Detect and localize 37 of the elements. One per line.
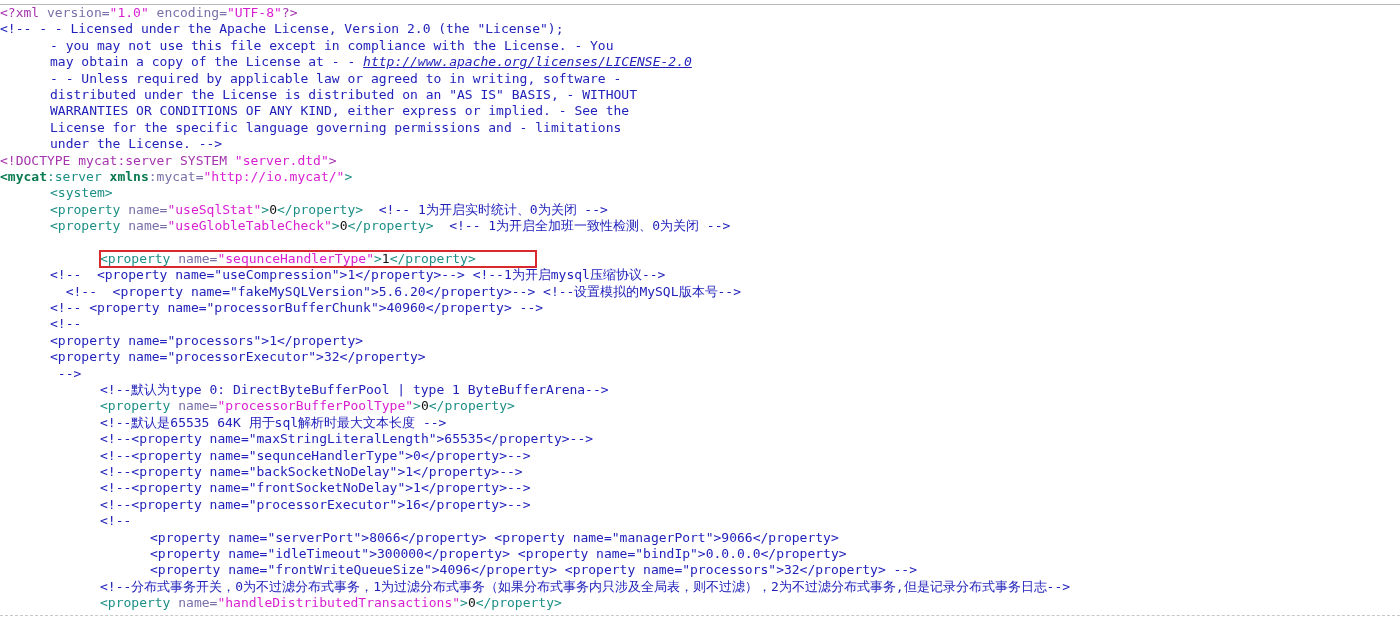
code-line: <!-- [100, 513, 132, 530]
code-line: License for the specific language governing permissions and - limitations [50, 119, 622, 137]
code-line: <!--默认为type 0: DirectByteBufferPool | type 1 ByteBufferArena--> [100, 382, 609, 399]
link[interactable]: http://www.apache.org/licenses/LICENSE-2.0 [363, 54, 692, 70]
code-line: <system> [50, 185, 113, 202]
code-line: <!--<property name="maxStringLiteralLength">65535</property>--> [100, 431, 594, 448]
code-line: <!-- <property name="useCompression">1</property>--> <!--1为开启mysql压缩协议--> [50, 267, 666, 284]
code-line: <!--<property name="sequnceHandlerType">0</property>--> [100, 447, 531, 464]
code-line: <property name="useGlobleTableCheck">0</property> <!-- 1为开启全加班一致性检测、0为关闭 --> [50, 218, 731, 235]
code-line: - you may not use this file except in compliance with the License. - You [50, 37, 614, 55]
code-line: <!--<property name="processorExecutor">16</property>--> [100, 496, 531, 514]
code-line: <property name="idleTimeout">300000</property> <property name="bindIp">0.0.0.0</property> [150, 545, 847, 563]
code-line: <!-- <property name="processorBufferChunk">40960</property> --> [50, 300, 544, 317]
code-line: <property name="useSqlStat">0</property> <!-- 1为开启实时统计、0为关闭 --> [50, 201, 608, 219]
code-line: <!--<property name="backSocketNoDelay">1</property>--> [100, 463, 523, 481]
code-line: <?xml version="1.0" encoding="UTF-8"?> [0, 5, 298, 22]
code-line: <!DOCTYPE mycat:server SYSTEM "server.dtd"> [0, 152, 337, 169]
code-line: <property name="processorExecutor">32</property> [50, 349, 426, 366]
code-line: <!-- <property name="fakeMySQLVersion">5.6.20</property>--> <!--设置模拟的MySQL版本号--> [64, 283, 741, 301]
code-line: <property name="handleDistributedTransactions">0</property> [100, 595, 562, 612]
code-line: <!--默认是65535 64K 用于sql解析时最大文本长度 --> [100, 414, 447, 432]
code-line: under the License. --> [50, 136, 223, 153]
code-line: <property name="processorBufferPoolType">0</property> [100, 398, 515, 415]
highlighted-code-line: <property name="sequnceHandlerType">1</property> [100, 250, 536, 268]
code-line: <property name="serverPort">8066</property> <property name="managerPort">9066</property> [150, 529, 839, 546]
code-line: <!-- - - Licensed under the Apache License, Version 2.0 (the "License"); [0, 21, 564, 38]
code-line: --> [56, 365, 82, 382]
code-line: <property name="frontWriteQueueSize">4096</property> <property name="processors">32</property> --> [150, 562, 917, 579]
code-line: <mycat:server xmlns:mycat="http://io.mycat/"> [0, 168, 353, 186]
code-line: - - Unless required by applicable law or agreed to in writing, software - [50, 70, 622, 87]
code-line: WARRANTIES OR CONDITIONS OF ANY KIND, either express or implied. - See the [50, 103, 630, 120]
comment-text: may obtain a copy of the License at - - [50, 54, 357, 70]
code-line: distributed under the License is distributed on an "AS IS" BASIS, - WITHOUT [50, 86, 637, 104]
code-line: <!-- [50, 316, 82, 333]
code-line: <!--分布式事务开关，0为不过滤分布式事务，1为过滤分布式事务（如果分布式事务内只涉及全局表，则不过滤），2为不过滤分布式事务,但是记录分布式事务日志--> [100, 578, 1071, 596]
code-line: <property name="processors">1</property> [50, 332, 364, 350]
code-line: <!--<property name="frontSocketNoDelay">1</property>--> [100, 480, 531, 497]
